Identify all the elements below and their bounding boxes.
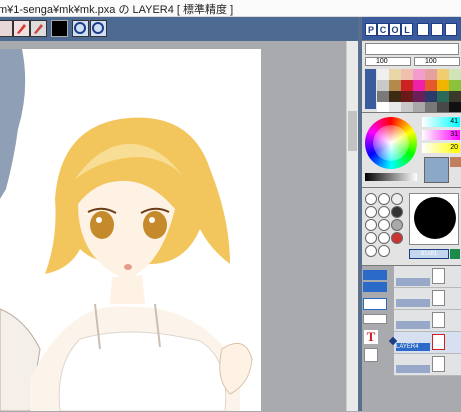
layer-selection-indicator bbox=[363, 368, 387, 382]
tab-option[interactable]: O bbox=[389, 23, 401, 36]
brush-size-toggle[interactable] bbox=[450, 249, 460, 259]
layer-section: T LAYER4 bbox=[362, 265, 461, 412]
tab-layer[interactable]: L bbox=[401, 23, 413, 36]
layer-thumbnail bbox=[432, 268, 445, 284]
tool-panel: P C O L 100 100 41 31 20 81x81 T LAYER4 bbox=[362, 17, 461, 412]
current-color-swatch[interactable] bbox=[51, 20, 68, 37]
window-title: m¥1-senga¥mk¥mk.pxa の LAYER4 [ 標準精度 ] bbox=[0, 4, 234, 16]
toggle-icon[interactable] bbox=[417, 23, 429, 36]
title-bar: m¥1-senga¥mk¥mk.pxa の LAYER4 [ 標準精度 ] bbox=[0, 0, 461, 17]
settings-icon[interactable] bbox=[445, 23, 457, 36]
color-section: 41 31 20 bbox=[362, 112, 461, 188]
brush-tip-grid[interactable] bbox=[365, 193, 405, 257]
value-slider[interactable] bbox=[365, 173, 417, 181]
vertical-scrollbar[interactable] bbox=[346, 41, 358, 411]
layer-name bbox=[396, 278, 430, 286]
layer-thumbnail bbox=[432, 290, 445, 306]
rgb-magenta-field[interactable]: 31 bbox=[422, 130, 460, 140]
anime-illustration bbox=[0, 49, 253, 411]
layer-thumbnail bbox=[432, 312, 445, 328]
layer-thumbnail bbox=[432, 334, 445, 350]
blend-mode-select[interactable] bbox=[363, 314, 387, 324]
layer-name bbox=[396, 365, 430, 373]
brush-size-label[interactable]: 81x81 bbox=[409, 249, 449, 259]
zoom-out-icon[interactable] bbox=[90, 20, 107, 37]
brush-size-top[interactable]: 100 bbox=[365, 57, 411, 66]
brush-tool-row[interactable] bbox=[365, 43, 459, 55]
layer-name bbox=[396, 321, 430, 329]
expand-icon[interactable] bbox=[431, 23, 443, 36]
scrollbar-thumb[interactable] bbox=[348, 111, 357, 151]
opacity-slider[interactable] bbox=[363, 298, 387, 310]
tab-pen[interactable]: P bbox=[365, 23, 377, 36]
brush-preview bbox=[409, 193, 459, 245]
layer-thumbnail bbox=[432, 356, 445, 372]
new-folder-button[interactable] bbox=[363, 282, 387, 292]
palette-page-selector[interactable] bbox=[365, 69, 376, 109]
color-preview bbox=[424, 157, 449, 183]
tab-color[interactable]: C bbox=[377, 23, 389, 36]
brush-tip-icon bbox=[414, 197, 456, 239]
canvas-toolbar bbox=[0, 17, 360, 41]
brush-size-right[interactable]: 100 bbox=[414, 57, 460, 66]
canvas-area bbox=[0, 41, 346, 411]
eraser-tool-icon[interactable] bbox=[30, 20, 47, 37]
zoom-in-icon[interactable] bbox=[72, 20, 89, 37]
layer-row-selected[interactable]: LAYER4 bbox=[388, 332, 461, 354]
layer-row[interactable] bbox=[394, 266, 461, 288]
layer-property-icon[interactable] bbox=[364, 348, 378, 362]
layer-name-selected: LAYER4 bbox=[396, 343, 430, 351]
color-wheel[interactable] bbox=[365, 117, 417, 169]
color-palette[interactable] bbox=[377, 69, 461, 113]
layer-row[interactable] bbox=[394, 354, 461, 376]
layer-name bbox=[396, 299, 430, 307]
brush-section: 100 100 bbox=[362, 40, 461, 113]
previous-color-swatch[interactable] bbox=[450, 157, 461, 167]
rgb-yellow-field[interactable]: 20 bbox=[422, 143, 460, 153]
drawing-canvas[interactable] bbox=[0, 49, 261, 411]
brush-shape-section: 81x81 bbox=[362, 187, 461, 266]
panel-tab-bar: P C O L bbox=[362, 17, 461, 40]
text-tool-icon[interactable]: T bbox=[364, 330, 378, 344]
new-layer-button[interactable] bbox=[363, 270, 387, 280]
rgb-cyan-field[interactable]: 41 bbox=[422, 117, 460, 127]
layer-row[interactable] bbox=[394, 310, 461, 332]
layer-row[interactable] bbox=[394, 288, 461, 310]
brush-tool-icon[interactable] bbox=[13, 20, 30, 37]
pen-tool-icon[interactable] bbox=[0, 20, 13, 37]
